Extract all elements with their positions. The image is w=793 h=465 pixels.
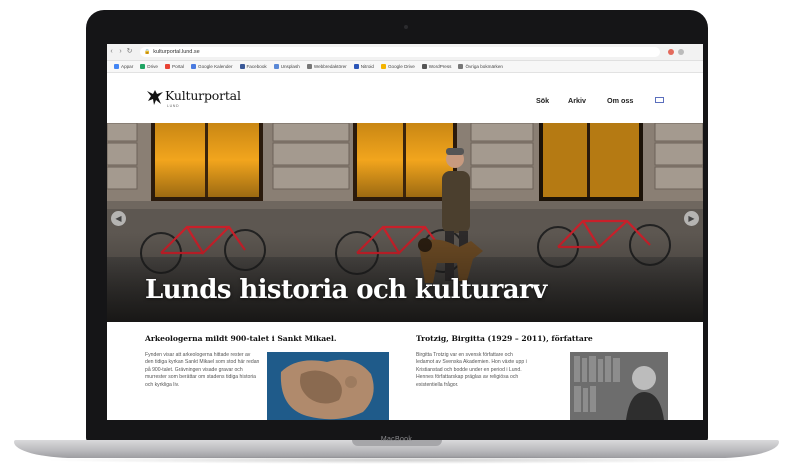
browser-toolbar: ‹ › ↻ 🔒 kulturportal.lund.se: [107, 44, 703, 61]
address-bar[interactable]: 🔒 kulturportal.lund.se: [140, 47, 660, 57]
bookmark-label: Google Kalender: [198, 64, 233, 69]
nav-archive[interactable]: Arkiv: [568, 96, 586, 105]
drive-icon: [140, 64, 146, 69]
bookmark-item[interactable]: Unsplash: [273, 64, 300, 69]
bookmark-icon: [421, 64, 427, 69]
bookmark-label: Webbredaktörer: [313, 64, 347, 69]
bookmark-label: Portal: [172, 64, 185, 69]
extension-icon[interactable]: [668, 49, 674, 55]
bookmark-item[interactable]: Övriga bokmärken: [458, 64, 503, 69]
bookmark-item[interactable]: Google Drive: [380, 64, 415, 69]
folder-icon: [458, 64, 464, 69]
bookmark-item[interactable]: Google Kalender: [191, 64, 233, 69]
article-title-2[interactable]: Trotzig, Birgitta (1929 – 2011), författ…: [416, 334, 593, 343]
forward-icon[interactable]: ›: [116, 44, 125, 60]
profile-icon[interactable]: [678, 49, 684, 55]
folder-icon: [306, 64, 312, 69]
bookmark-item[interactable]: WordPress: [421, 64, 452, 69]
apps-icon: [114, 64, 119, 69]
bookmark-label: Övriga bokmärken: [465, 64, 503, 69]
facebook-icon: [239, 64, 245, 69]
bookmark-icon: [273, 64, 279, 69]
address-url: kulturportal.lund.se: [153, 49, 200, 55]
hero-title: Lunds historia och kulturarv: [145, 275, 547, 305]
article-excerpt-1: Fynden visar att arkeologerna hittade re…: [145, 352, 260, 388]
bookmark-item[interactable]: Portal: [165, 64, 184, 69]
carousel-next-button[interactable]: ▶: [684, 211, 699, 226]
bookmarks-bar: Appar Drive Portal Google Kalender Facebook U…: [107, 61, 703, 73]
carousel-prev-button[interactable]: ◀: [111, 211, 126, 226]
reload-icon[interactable]: ↻: [125, 44, 134, 60]
article-excerpt-2: Birgitta Trotzig var en svensk författar…: [416, 352, 527, 388]
lock-icon: 🔒: [144, 49, 151, 55]
site-header: Kulturportal LUND Sök Arkiv Om oss: [107, 73, 703, 123]
brand-label: MacBook: [380, 436, 413, 443]
bookmark-label: Facebook: [246, 64, 267, 69]
nav-search[interactable]: Sök: [536, 96, 549, 105]
article-image-2[interactable]: [570, 352, 668, 420]
bookmark-label: Google Drive: [387, 64, 415, 69]
bookmark-label: Appar: [121, 64, 134, 69]
bookmark-item[interactable]: Appar: [114, 64, 133, 69]
bookmark-label: Unsplash: [280, 64, 300, 69]
bookmark-item[interactable]: Webbredaktörer: [306, 64, 347, 69]
bookmark-icon: [165, 64, 170, 69]
bookmark-item[interactable]: Drive: [140, 64, 158, 69]
laptop-shadow: [40, 456, 753, 464]
calendar-icon: [191, 64, 197, 69]
article-title-1[interactable]: Arkeologerna mildt 900-talet i Sankt Mik…: [145, 334, 337, 343]
griffin-logo-icon[interactable]: [145, 87, 165, 107]
camera-icon: [404, 25, 408, 29]
article-image-1[interactable]: [267, 352, 389, 420]
hero-banner: ◀ ▶ Lunds historia och kulturarv: [107, 123, 703, 322]
site-logo-sub: LUND: [167, 104, 180, 108]
bookmark-label: WordPress: [428, 64, 452, 69]
bookmark-label: Nitroid: [360, 64, 374, 69]
bookmark-icon: [353, 64, 359, 69]
nav-about[interactable]: Om oss: [607, 96, 633, 105]
browser-window: ‹ › ↻ 🔒 kulturportal.lund.se Appar Drive P…: [107, 44, 703, 420]
bookmark-label: Drive: [147, 64, 158, 69]
bookmark-item[interactable]: Facebook: [239, 64, 267, 69]
back-icon[interactable]: ‹: [107, 44, 116, 60]
site-logo[interactable]: Kulturportal: [165, 88, 241, 103]
bookmark-item[interactable]: Nitroid: [353, 64, 374, 69]
drive-icon: [380, 64, 386, 69]
flag-icon[interactable]: [655, 97, 664, 103]
